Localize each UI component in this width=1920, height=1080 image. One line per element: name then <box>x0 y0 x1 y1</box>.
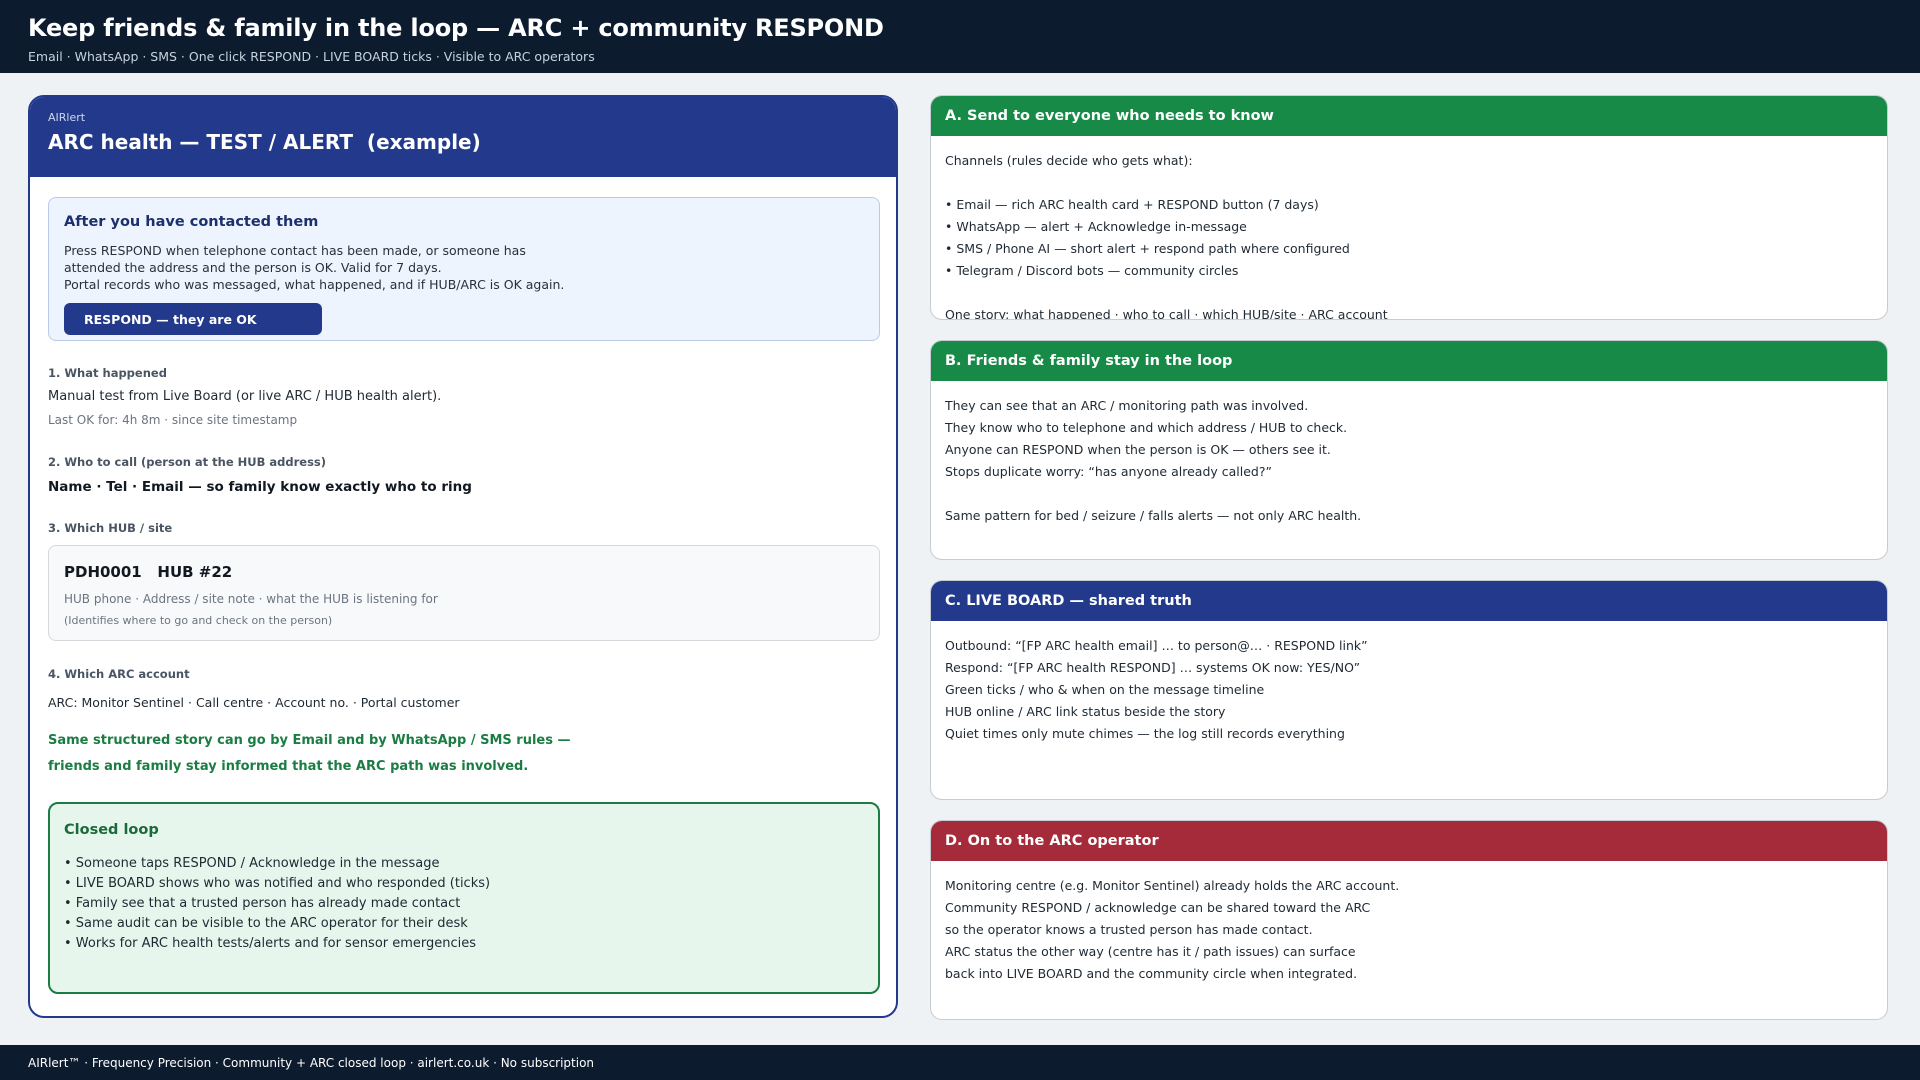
panel-line: • WhatsApp — alert + Acknowledge in-mess… <box>945 219 1247 234</box>
panel-line: Anyone can RESPOND when the person is OK… <box>945 442 1331 457</box>
panel-line: • Telegram / Discord bots — community ci… <box>945 263 1239 278</box>
card-header: AIRlert ARC health — TEST / ALERT (examp… <box>30 97 896 177</box>
closed-loop-title: Closed loop <box>64 822 159 838</box>
green-note-line: Same structured story can go by Email an… <box>48 733 571 748</box>
section-heading-what-happened: 1. What happened <box>48 366 167 380</box>
closed-loop-box: Closed loop • Someone taps RESPOND / Ack… <box>48 802 880 994</box>
hub-note: (Identifies where to go and check on the… <box>64 614 333 627</box>
panel-line: They know who to telephone and which add… <box>945 420 1348 435</box>
card-title: ARC health — TEST / ALERT (example) <box>48 130 481 154</box>
alert-email-card: AIRlert ARC health — TEST / ALERT (examp… <box>28 95 898 1018</box>
section-heading-hub: 3. Which HUB / site <box>48 521 173 535</box>
panel-line: Outbound: “[FP ARC health email] … to pe… <box>945 638 1368 653</box>
panel-title: C. LIVE BOARD — shared truth <box>931 581 1887 621</box>
panel-line: Respond: “[FP ARC health RESPOND] … syst… <box>945 660 1361 675</box>
contact-line: Portal records who was messaged, what ha… <box>64 277 565 292</box>
page-footer: AIRlert™ · Frequency Precision · Communi… <box>0 1045 1920 1080</box>
who-to-call-text: Name · Tel · Email — so family know exac… <box>48 479 472 495</box>
panel-line: Channels (rules decide who gets what): <box>945 153 1193 168</box>
panel-title: B. Friends & family stay in the loop <box>931 341 1887 381</box>
arc-account-text: ARC: Monitor Sentinel · Call centre · Ac… <box>48 695 460 710</box>
panel-line: • Email — rich ARC health card + RESPOND… <box>945 197 1319 212</box>
hub-id: PDH0001 HUB #22 <box>64 563 233 581</box>
panel-line <box>945 172 1887 194</box>
list-item: • Works for ARC health tests/alerts and … <box>64 936 477 951</box>
contact-line: Press RESPOND when telephone contact has… <box>64 243 526 258</box>
panel-line: Green ticks / who & when on the message … <box>945 682 1265 697</box>
contact-line: attended the address and the person is O… <box>64 260 442 275</box>
panel-live-board: C. LIVE BOARD — shared truth Outbound: “… <box>930 580 1888 800</box>
app-name: AIRlert <box>48 111 86 124</box>
panel-body: Outbound: “[FP ARC health email] … to pe… <box>931 621 1887 745</box>
contact-title: After you have contacted them <box>64 214 319 230</box>
footer-text: AIRlert™ · Frequency Precision · Communi… <box>28 1056 595 1070</box>
panel-body: Monitoring centre (e.g. Monitor Sentinel… <box>931 861 1887 985</box>
panel-line: • SMS / Phone AI — short alert + respond… <box>945 241 1350 256</box>
panel-line: Same pattern for bed / seizure / falls a… <box>945 508 1362 523</box>
list-item: • Same audit can be visible to the ARC o… <box>64 916 468 931</box>
panel-friends-family: B. Friends & family stay in the loop The… <box>930 340 1888 560</box>
closed-loop-list: • Someone taps RESPOND / Acknowledge in … <box>64 854 490 954</box>
panel-body: Channels (rules decide who gets what): •… <box>931 136 1887 320</box>
panel-send-to-everyone: A. Send to everyone who needs to know Ch… <box>930 95 1888 320</box>
panel-line <box>945 282 1887 304</box>
panel-line: HUB online / ARC link status beside the … <box>945 704 1226 719</box>
respond-button[interactable]: RESPOND — they are OK <box>64 303 322 335</box>
panel-arc-operator: D. On to the ARC operator Monitoring cen… <box>930 820 1888 1020</box>
hub-details: HUB phone · Address / site note · what t… <box>64 592 438 606</box>
panel-line: One story: what happened · who to call ·… <box>945 307 1388 320</box>
page-subtitle: Email · WhatsApp · SMS · One click RESPO… <box>28 49 595 64</box>
panel-body: They can see that an ARC / monitoring pa… <box>931 381 1887 527</box>
section-heading-who-to-call: 2. Who to call (person at the HUB addres… <box>48 455 327 469</box>
panel-line: Stops duplicate worry: “has anyone alrea… <box>945 464 1272 479</box>
panel-line: ARC status the other way (centre has it … <box>945 944 1356 959</box>
section-heading-arc-account: 4. Which ARC account <box>48 667 190 681</box>
contact-instructions-box: After you have contacted them Press RESP… <box>48 197 880 341</box>
panel-title: D. On to the ARC operator <box>931 821 1887 861</box>
last-ok-detail: Last OK for: 4h 8m · since site timestam… <box>48 413 298 427</box>
panel-line: Quiet times only mute chimes — the log s… <box>945 726 1345 741</box>
what-happened-text: Manual test from Live Board (or live ARC… <box>48 389 442 404</box>
panel-line: Community RESPOND / acknowledge can be s… <box>945 900 1371 915</box>
hub-info-box: PDH0001 HUB #22 HUB phone · Address / si… <box>48 545 880 641</box>
panel-line: They can see that an ARC / monitoring pa… <box>945 398 1309 413</box>
list-item: • LIVE BOARD shows who was notified and … <box>64 876 491 891</box>
list-item: • Someone taps RESPOND / Acknowledge in … <box>64 856 440 871</box>
panel-line: back into LIVE BOARD and the community c… <box>945 966 1358 981</box>
page-title: Keep friends & family in the loop — ARC … <box>28 14 884 42</box>
page-header: Keep friends & family in the loop — ARC … <box>0 0 1920 73</box>
contact-text: Press RESPOND when telephone contact has… <box>64 242 564 293</box>
list-item: • Family see that a trusted person has a… <box>64 896 461 911</box>
panel-line <box>945 483 1887 505</box>
panel-line: so the operator knows a trusted person h… <box>945 922 1313 937</box>
green-note-line: friends and family stay informed that th… <box>48 759 529 774</box>
panel-title: A. Send to everyone who needs to know <box>931 96 1887 136</box>
panel-line: Monitoring centre (e.g. Monitor Sentinel… <box>945 878 1400 893</box>
